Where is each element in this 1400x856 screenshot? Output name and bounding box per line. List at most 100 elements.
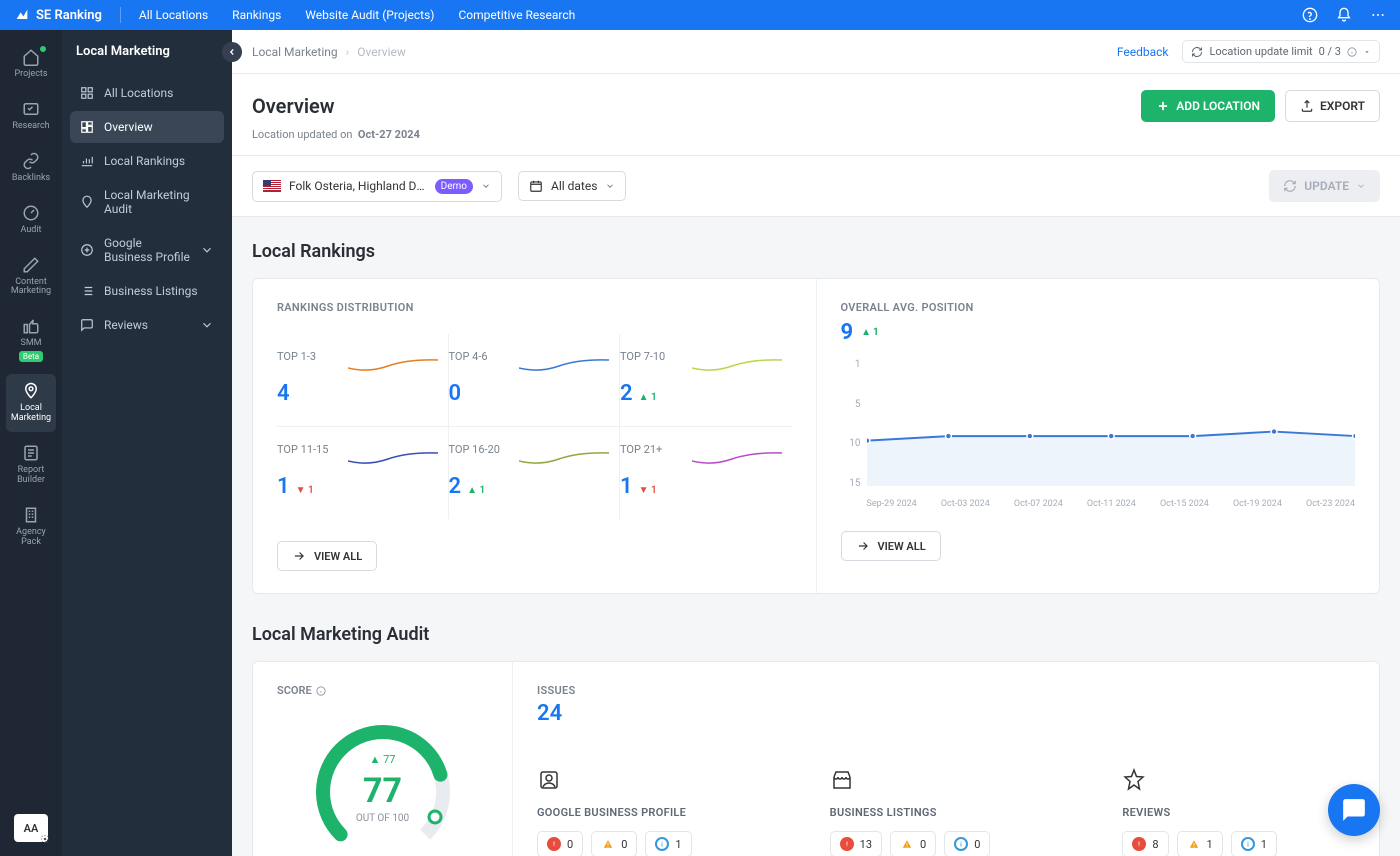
- refresh-icon: [1283, 179, 1297, 193]
- rail-content-marketing[interactable]: Content Marketing: [6, 248, 56, 306]
- warning-pill[interactable]: 0: [890, 831, 936, 856]
- sidebar-list: All Locations Overview Local Rankings Lo…: [62, 73, 232, 347]
- breadcrumb-sep: ›: [346, 45, 350, 59]
- rail-local-marketing[interactable]: Local Marketing: [6, 374, 56, 432]
- google-icon: [80, 243, 94, 257]
- rank-cell[interactable]: TOP 16-20 2▲ 1: [449, 427, 621, 519]
- info-icon[interactable]: [316, 686, 326, 696]
- calendar-icon: [529, 179, 543, 193]
- issue-group: BUSINESS LISTINGS 13 0 0: [830, 768, 1063, 856]
- rank-cell[interactable]: TOP 1-3 4: [277, 334, 449, 427]
- rail-agency-pack[interactable]: Agency Pack: [6, 498, 56, 556]
- issue-group-title: BUSINESS LISTINGS: [830, 806, 1063, 819]
- sidebar-business-listings[interactable]: Business Listings: [70, 275, 224, 307]
- gauge-icon: [22, 204, 40, 222]
- export-button[interactable]: EXPORT: [1285, 90, 1380, 122]
- filter-bar: Folk Osteria, Highland Dr., Holl... Demo…: [232, 156, 1400, 217]
- info-pill[interactable]: 1: [1231, 831, 1277, 856]
- view-all-rankings-button[interactable]: VIEW ALL: [277, 541, 377, 571]
- chat-widget[interactable]: [1328, 784, 1380, 836]
- topnav-rankings[interactable]: Rankings: [232, 8, 281, 22]
- score-value: 77: [308, 771, 458, 811]
- issue-group-title: REVIEWS: [1122, 806, 1355, 819]
- refresh-icon: [1191, 46, 1203, 58]
- sidebar-all-locations[interactable]: All Locations: [70, 77, 224, 109]
- chevron-down-icon: [200, 243, 214, 257]
- avg-delta: ▲ 1: [861, 327, 879, 338]
- arrow-right-icon: [856, 539, 870, 553]
- store-icon: [830, 768, 854, 792]
- error-dot-icon: [1132, 837, 1146, 851]
- topnav-competitive-research[interactable]: Competitive Research: [458, 8, 575, 22]
- issues-count: 24: [537, 701, 1355, 726]
- warning-dot-icon: [1187, 837, 1201, 851]
- rail-smm[interactable]: SMM Beta: [6, 309, 56, 370]
- help-icon[interactable]: [1302, 7, 1318, 23]
- section-title-rankings: Local Rankings: [252, 241, 1380, 262]
- collapse-sidebar-button[interactable]: [222, 42, 242, 62]
- rank-cell[interactable]: TOP 4-6 0: [449, 334, 621, 427]
- pin-outline-icon: [80, 195, 94, 209]
- updated-text: Location updated on Oct-27 2024: [252, 128, 1380, 141]
- info-pill[interactable]: 0: [944, 831, 990, 856]
- status-dot: [40, 46, 46, 52]
- research-icon: [22, 100, 40, 118]
- logo-icon: [14, 7, 30, 23]
- link-icon: [22, 152, 40, 170]
- error-pill[interactable]: 13: [830, 831, 882, 856]
- error-pill[interactable]: 8: [1122, 831, 1168, 856]
- rail-research[interactable]: Research: [6, 92, 56, 140]
- avg-position-panel: OVERALL AVG. POSITION 9 ▲ 1 151015 Sep-2…: [817, 279, 1380, 593]
- add-location-button[interactable]: ADD LOCATION: [1141, 90, 1275, 122]
- avg-position-chart: 151015 Sep-29 2024Oct-03 2024Oct-07 2024…: [841, 359, 1356, 509]
- sidebar-local-marketing-audit[interactable]: Local Marketing Audit: [70, 179, 224, 225]
- topnav-website-audit[interactable]: Website Audit (Projects): [305, 8, 434, 22]
- location-selector[interactable]: Folk Osteria, Highland Dr., Holl... Demo: [252, 171, 502, 202]
- building-icon: [22, 506, 40, 524]
- rank-delta: ▲ 1: [639, 392, 657, 403]
- update-limit-pill[interactable]: Location update limit 0 / 3: [1182, 40, 1380, 63]
- section-title-audit: Local Marketing Audit: [252, 624, 1380, 645]
- more-icon[interactable]: [1370, 7, 1386, 23]
- export-icon: [1300, 99, 1314, 113]
- issues-label: ISSUES: [537, 684, 1355, 697]
- rank-cell[interactable]: TOP 21+ 1▼ 1: [620, 427, 792, 519]
- sidebar-local-rankings[interactable]: Local Rankings: [70, 145, 224, 177]
- chevron-down-icon: [200, 318, 214, 332]
- rail-backlinks[interactable]: Backlinks: [6, 144, 56, 192]
- accessibility-button[interactable]: AA: [14, 814, 48, 842]
- dist-label: RANKINGS DISTRIBUTION: [277, 301, 792, 314]
- rail-bottom: AA: [14, 814, 48, 842]
- date-selector[interactable]: All dates: [518, 171, 626, 201]
- feedback-link[interactable]: Feedback: [1117, 45, 1169, 59]
- sidebar-reviews[interactable]: Reviews: [70, 309, 224, 341]
- divider: [120, 7, 121, 23]
- brand-logo[interactable]: SE Ranking: [14, 7, 102, 23]
- info-icon: [1347, 47, 1357, 57]
- info-dot-icon: [954, 837, 968, 851]
- rank-cell[interactable]: TOP 7-10 2▲ 1: [620, 334, 792, 427]
- rank-delta: ▲ 1: [467, 485, 485, 496]
- info-pill[interactable]: 1: [645, 831, 691, 856]
- gear-icon: [40, 834, 50, 844]
- chat-icon: [80, 318, 94, 332]
- error-pill[interactable]: 0: [537, 831, 583, 856]
- breadcrumb-parent[interactable]: Local Marketing: [252, 45, 338, 59]
- sidebar-gbp[interactable]: Google Business Profile: [70, 227, 224, 273]
- rail-report-builder[interactable]: Report Builder: [6, 436, 56, 494]
- sidebar-overview[interactable]: Overview: [70, 111, 224, 143]
- sidebar-title: Local Marketing: [62, 30, 232, 73]
- issue-group: GOOGLE BUSINESS PROFILE 0 0 1: [537, 768, 770, 856]
- topnav-all-locations[interactable]: All Locations: [139, 8, 208, 22]
- rail-projects[interactable]: Projects: [6, 40, 56, 88]
- rank-cell[interactable]: TOP 11-15 1▼ 1: [277, 427, 449, 519]
- view-all-avg-button[interactable]: VIEW ALL: [841, 531, 941, 561]
- update-button[interactable]: UPDATE: [1269, 170, 1380, 202]
- warning-pill[interactable]: 0: [591, 831, 637, 856]
- warning-pill[interactable]: 1: [1177, 831, 1223, 856]
- chevron-down-icon: [481, 181, 491, 191]
- rail-audit[interactable]: Audit: [6, 196, 56, 244]
- bell-icon[interactable]: [1336, 7, 1352, 23]
- info-dot-icon: [1241, 837, 1255, 851]
- issue-group-title: GOOGLE BUSINESS PROFILE: [537, 806, 770, 819]
